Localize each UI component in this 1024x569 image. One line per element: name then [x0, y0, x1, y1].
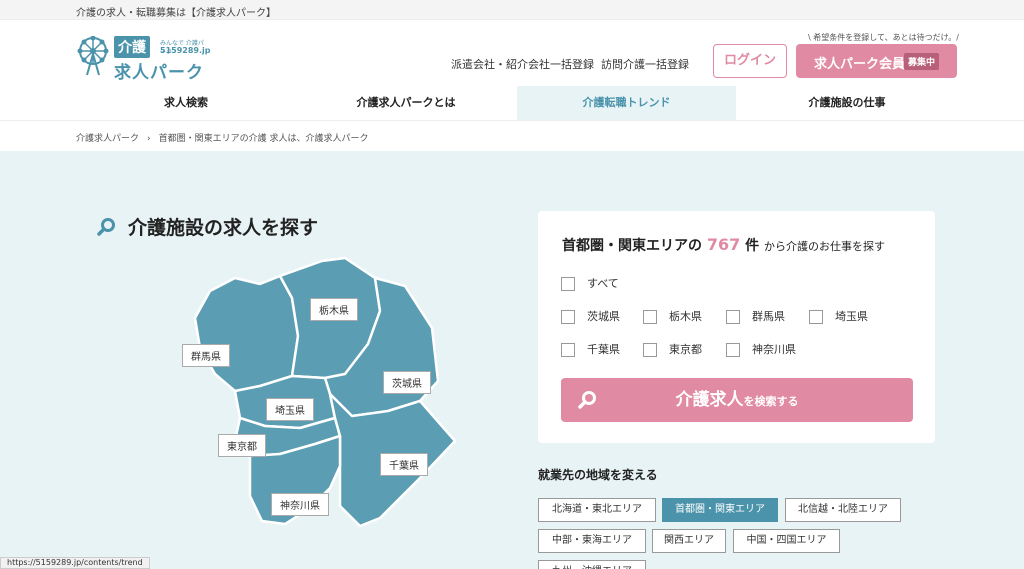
recruiting-badge: 募集中: [904, 53, 940, 70]
checkbox-tokyo[interactable]: 東京都: [643, 341, 702, 357]
dispatch-bulk-register-link[interactable]: 派遣会社・紹介会社一括登録: [451, 56, 594, 72]
checkbox-label: 東京都: [669, 343, 702, 356]
home-care-bulk-register-link[interactable]: 訪問介護一括登録: [601, 56, 689, 72]
checkbox-box[interactable]: [809, 310, 823, 324]
login-button[interactable]: ログイン: [713, 44, 787, 78]
ferris-wheel-icon: [77, 36, 109, 76]
checkbox-label: 千葉県: [587, 343, 620, 356]
region-section-title: 就業先の地域を変える: [538, 468, 658, 482]
area-name: 首都圏・関東エリアの: [562, 238, 702, 254]
top-tagline: 介護の求人・転職募集は【介護求人パーク】: [0, 0, 1024, 20]
nav-job-search[interactable]: 求人検索: [77, 86, 295, 120]
logo-url-text: 5159289.jp: [160, 46, 211, 55]
checkbox-box[interactable]: [726, 343, 740, 357]
section-title: 介護施設の求人を探す: [128, 217, 319, 239]
browser-status-url: https://5159289.jp/contents/trend: [0, 557, 150, 569]
breadcrumb: 介護求人パーク › 首都圏・関東エリアの介護 求人は、介護求人パーク: [0, 120, 1024, 151]
checkbox-label: 群馬県: [752, 310, 785, 323]
site-header: 介護 みんなで 介護パーク 5159289.jp 求人パーク 派遣会社・紹介会社…: [0, 20, 1024, 86]
map-label-tochigi[interactable]: 栃木県: [310, 298, 358, 321]
checkbox-box[interactable]: [561, 310, 575, 324]
checkbox-saitama[interactable]: 埼玉県: [809, 308, 868, 324]
checkbox-box[interactable]: [561, 343, 575, 357]
global-nav: 求人検索 介護求人パークとは 介護転職トレンド 介護施設の仕事: [0, 86, 1024, 120]
site-logo[interactable]: 介護 みんなで 介護パーク 5159289.jp 求人パーク: [76, 36, 210, 83]
checkbox-gunma[interactable]: 群馬県: [726, 308, 785, 324]
checkbox-label: 神奈川県: [752, 343, 796, 356]
job-count: 767: [706, 235, 741, 254]
region-kansai[interactable]: 関西エリア: [652, 529, 726, 553]
search-jobs-button[interactable]: 介護求人を検索する: [561, 378, 913, 422]
search-panel-heading: 首都圏・関東エリアの 767 件 から介護のお仕事を探す: [562, 235, 885, 255]
checkbox-label: すべて: [587, 277, 619, 290]
checkbox-box[interactable]: [643, 310, 657, 324]
search-panel: 首都圏・関東エリアの 767 件 から介護のお仕事を探す すべて 茨城県 栃木県…: [538, 211, 935, 443]
member-tagline: \ 希望条件を登録して、あとは待つだけ。/: [808, 33, 959, 42]
region-hokkaido-tohoku[interactable]: 北海道・東北エリア: [538, 498, 656, 522]
region-chugoku-shikoku[interactable]: 中国・四国エリア: [733, 529, 840, 553]
checkbox-box[interactable]: [726, 310, 740, 324]
nav-facility-jobs[interactable]: 介護施設の仕事: [738, 86, 956, 120]
checkbox-chiba[interactable]: 千葉県: [561, 341, 620, 357]
breadcrumb-home-link[interactable]: 介護求人パーク: [76, 134, 139, 144]
job-count-unit: 件: [745, 238, 760, 254]
search-icon: [97, 218, 115, 236]
checkbox-kanagawa[interactable]: 神奈川県: [726, 341, 796, 357]
panel-subtext: から介護のお仕事を探す: [764, 240, 886, 253]
checkbox-box[interactable]: [561, 277, 575, 291]
map-label-ibaraki[interactable]: 茨城県: [383, 371, 431, 394]
search-button-sub-label: を検索する: [743, 395, 799, 408]
search-button-main-label: 介護求人: [675, 390, 744, 410]
logo-main-text: 求人パーク: [114, 63, 204, 83]
checkbox-box[interactable]: [643, 343, 657, 357]
nav-about[interactable]: 介護求人パークとは: [297, 86, 515, 120]
region-kyushu-okinawa[interactable]: 九州・沖縄エリア: [538, 560, 646, 569]
map-label-tokyo[interactable]: 東京都: [218, 434, 266, 457]
member-button-label: 求人パーク会員: [814, 57, 906, 72]
checkbox-all[interactable]: すべて: [561, 275, 619, 291]
breadcrumb-chevron-icon: ›: [147, 134, 151, 144]
checkbox-tochigi[interactable]: 栃木県: [643, 308, 702, 324]
region-hokushinetsu-hokuriku[interactable]: 北信越・北陸エリア: [785, 498, 901, 522]
map-gunma[interactable]: [193, 274, 300, 393]
map-label-kanagawa[interactable]: 神奈川県: [271, 493, 329, 516]
nav-trend[interactable]: 介護転職トレンド: [517, 86, 736, 120]
logo-kaigo-text: 介護: [114, 36, 150, 58]
checkbox-ibaraki[interactable]: 茨城県: [561, 308, 620, 324]
map-label-chiba[interactable]: 千葉県: [380, 453, 428, 476]
kanto-map: 栃木県 群馬県 茨城県 埼玉県 東京都 千葉県 神奈川県: [180, 256, 460, 531]
breadcrumb-current: 首都圏・関東エリアの介護 求人は、介護求人パーク: [158, 134, 369, 144]
search-icon: [578, 391, 596, 409]
map-label-gunma[interactable]: 群馬県: [182, 344, 230, 367]
member-register-button[interactable]: 求人パーク会員 募集中: [796, 44, 957, 78]
region-shutoken-kanto[interactable]: 首都圏・関東エリア: [662, 498, 778, 522]
map-label-saitama[interactable]: 埼玉県: [266, 398, 314, 421]
region-chubu-tokai[interactable]: 中部・東海エリア: [538, 529, 646, 553]
main-content: 介護施設の求人を探す 栃木県 群馬県 茨城県 埼玉県 東京都 千葉県 神奈川県 …: [0, 151, 1024, 569]
checkbox-label: 埼玉県: [835, 310, 868, 323]
checkbox-label: 茨城県: [587, 310, 620, 323]
checkbox-label: 栃木県: [669, 310, 702, 323]
